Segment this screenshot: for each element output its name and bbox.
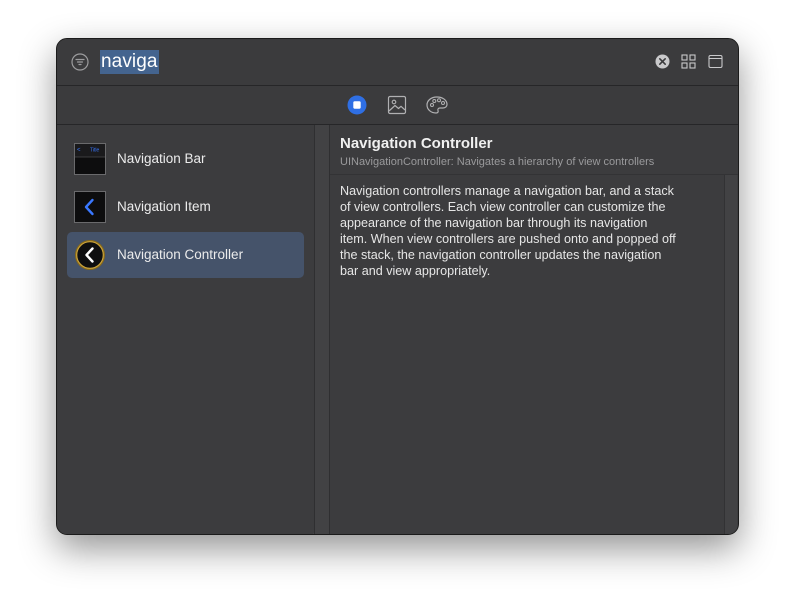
svg-text:Title: Title bbox=[90, 148, 99, 154]
library-list: < Title Navigation Bar Navigation Item N… bbox=[57, 125, 313, 534]
list-item-label: Navigation Controller bbox=[117, 247, 244, 262]
detail-scrollbar[interactable] bbox=[724, 175, 737, 534]
navigation-controller-thumb-icon bbox=[75, 240, 105, 270]
list-item-navigation-controller[interactable]: Navigation Controller bbox=[67, 232, 304, 278]
square-stop-icon[interactable] bbox=[346, 94, 368, 116]
list-item-navigation-bar[interactable]: < Title Navigation Bar bbox=[67, 136, 304, 182]
list-item-navigation-item[interactable]: Navigation Item bbox=[67, 184, 304, 230]
library-window: naviga < Title Navigation Bar Navigation… bbox=[56, 38, 739, 535]
description-line: appearance of the navigation bar through… bbox=[340, 216, 648, 230]
navigation-item-thumb-icon bbox=[74, 191, 106, 223]
image-icon[interactable] bbox=[386, 94, 408, 116]
navigation-bar-thumb-icon: < Title bbox=[74, 143, 106, 175]
filter-icon[interactable] bbox=[71, 53, 89, 71]
palette-icon[interactable] bbox=[425, 94, 449, 116]
description-line: the stack, the navigation controller upd… bbox=[340, 248, 662, 262]
description-line: bar and view appropriately. bbox=[340, 264, 491, 278]
clear-circle-icon[interactable] bbox=[655, 54, 670, 69]
list-item-label: Navigation Bar bbox=[117, 151, 206, 166]
library-type-tabs bbox=[57, 86, 738, 124]
description-line: item. When view controllers are pushed o… bbox=[340, 232, 676, 246]
detail-subtitle: UINavigationController: Navigates a hier… bbox=[340, 156, 655, 168]
detail-pane: Navigation Controller UINavigationContro… bbox=[330, 125, 738, 534]
description-line: Navigation controllers manage a navigati… bbox=[340, 184, 674, 198]
search-bar: naviga bbox=[57, 39, 738, 85]
detail-title: Navigation Controller bbox=[340, 135, 493, 152]
search-input[interactable]: naviga bbox=[100, 50, 159, 74]
detail-divider bbox=[330, 174, 738, 175]
panel-toggle-icon[interactable] bbox=[708, 54, 723, 69]
split-divider[interactable] bbox=[314, 125, 330, 534]
svg-text:<: < bbox=[77, 148, 81, 154]
grid-view-icon[interactable] bbox=[681, 54, 696, 69]
description-line: of view controllers. Each view controlle… bbox=[340, 200, 666, 214]
detail-description: Navigation controllers manage a navigati… bbox=[340, 183, 712, 279]
list-item-label: Navigation Item bbox=[117, 199, 211, 214]
